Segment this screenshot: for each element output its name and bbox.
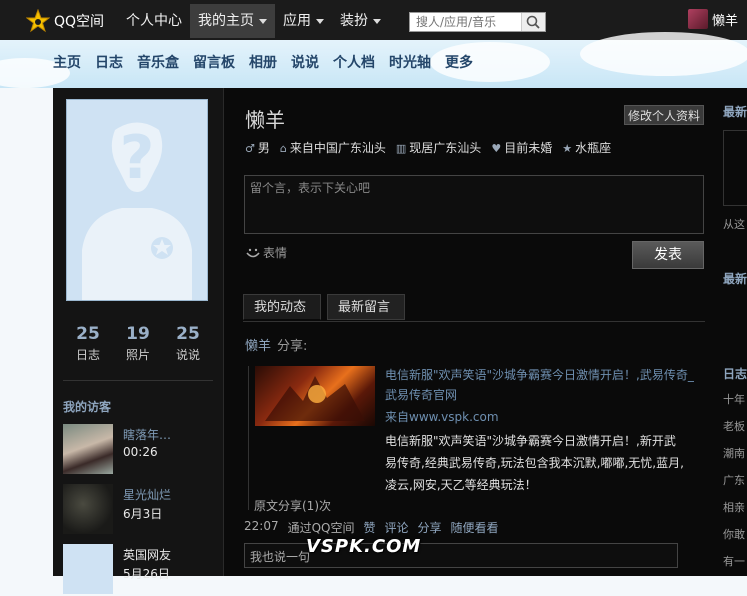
subnav-messageboard[interactable]: 留言板 [193,52,235,72]
top-nav: 个人中心 我的主页 应用 装扮 [118,4,389,38]
info-marital: ♥ 目前未婚 [491,141,553,155]
user-menu[interactable]: 懒羊 [688,9,738,29]
share-button[interactable]: 分享 [418,519,442,536]
home-icon: ⌂ [279,142,287,155]
profile-info: ♂ 男 ⌂ 来自中国广东汕头 ▥ 现居广东汕头 ♥ 目前未婚 ★ 水瓶座 [245,139,611,156]
gender-icon: ♂ [245,142,255,155]
right-column: 最新 从这 最新 日志 十年 老板 潮南 广东 相亲 你敢 有一 [720,88,747,576]
right-text[interactable]: 十年 [723,391,745,407]
subnav-music[interactable]: 音乐盒 [137,52,179,72]
feed-meta: 22:07 通过QQ空间 赞 评论 分享 随便看看 [244,519,499,536]
smiley-icon [246,248,260,257]
visitor-avatar [63,544,113,594]
visitor-avatar [63,484,113,534]
subnav-home[interactable]: 主页 [53,52,81,72]
stat-shuoshuo[interactable]: 25 说说 [176,324,200,363]
visitor-avatar [63,424,113,474]
feed-time: 22:07 [244,519,279,533]
nav-apps[interactable]: 应用 [275,4,332,38]
tab-latest-messages[interactable]: 最新留言 [327,294,405,320]
search-input[interactable] [410,13,534,31]
right-section-title: 日志 [723,367,747,381]
right-section-title: 最新 [723,105,747,119]
info-gender: ♂ 男 [245,141,270,155]
subnav-more[interactable]: 更多 [445,52,473,72]
subnav-blog[interactable]: 日志 [95,52,123,72]
message-input[interactable]: 留个言，表示下关心吧 [244,175,704,234]
search-icon [526,15,540,29]
right-text[interactable]: 有一 [723,553,745,569]
svg-text:?: ? [120,123,155,193]
nav-my-homepage[interactable]: 我的主页 [190,4,275,38]
profile-name: 懒羊 [245,108,285,132]
subnav-timeline[interactable]: 时光轴 [389,52,431,72]
subnav-shuoshuo[interactable]: 说说 [291,52,319,72]
left-column: ? 25 日志 19 照片 25 说说 我的访客 瞎落年… 00:26 星光灿烂 6月… [53,88,224,594]
feed-author[interactable]: 懒羊 [245,339,271,354]
profile-avatar[interactable]: ? [66,99,208,301]
right-text: 从这 [723,218,745,231]
cloud-decoration [580,32,747,76]
feed-action: 分享: [277,339,308,354]
search-box [409,12,546,32]
nav-personal-center[interactable]: 个人中心 [118,4,190,38]
right-section-title: 最新 [723,272,747,286]
shared-link-card: 电信新服"欢声笑语"沙城争霸赛今日激情开启！,武易传奇_武易传奇官网 来自www… [248,366,706,510]
comment-button[interactable]: 评论 [385,519,409,536]
right-text[interactable]: 老板 [723,418,745,434]
sub-nav: 主页 日志 音乐盒 留言板 相册 说说 个人档 时光轴 更多 [53,52,473,72]
visitor-item[interactable]: 瞎落年… 00:26 [63,424,213,476]
right-widget-frame [723,130,747,206]
link-thumbnail[interactable] [255,366,375,426]
info-hometown: ⌂ 来自中国广东汕头 [279,141,386,155]
site-watermark: VSPK.COM [306,536,422,557]
like-button[interactable]: 赞 [364,519,376,536]
feed-tabs: 我的动态 最新留言 [243,294,705,322]
main-content: ? 25 日志 19 照片 25 说说 我的访客 瞎落年… 00:26 星光灿烂 6月… [53,88,747,594]
chevron-down-icon [259,18,267,24]
chevron-down-icon [373,18,381,24]
search-button[interactable] [521,13,545,31]
feed-header: 懒羊 分享: [245,335,307,354]
profile-stats: 25 日志 19 照片 25 说说 [63,324,213,363]
emoji-button[interactable]: 表情 [245,244,287,261]
subnav-album[interactable]: 相册 [249,52,277,72]
user-avatar [688,9,708,29]
info-residence: ▥ 现居广东汕头 [395,141,482,155]
qzone-logo[interactable]: QQ空间 [26,9,104,33]
link-description: 电信新服"欢声笑语"沙城争霸赛今日激情开启！,新开武易传奇,经典武易传奇,玩法包… [385,434,684,492]
game-artwork-icon [265,376,365,421]
visitor-item[interactable]: 星光灿烂 6月3日 [63,484,213,536]
city-icon: ▥ [395,142,407,155]
original-share-count[interactable]: 原文分享(1)次 [254,497,331,514]
tab-my-activity[interactable]: 我的动态 [243,294,321,320]
subnav-profile[interactable]: 个人档 [333,52,375,72]
link-source[interactable]: 来自www.vspk.com [385,408,499,425]
star-icon: ★ [562,142,573,155]
feed-via: 通过QQ空间 [287,521,355,535]
nav-decorate[interactable]: 装扮 [332,4,389,38]
send-button[interactable]: 发表 [632,241,704,269]
right-text[interactable]: 相亲 [723,499,745,515]
stat-photos[interactable]: 19 照片 [126,324,150,363]
right-text[interactable]: 你敢 [723,526,745,542]
browse-button[interactable]: 随便看看 [451,519,499,536]
info-zodiac: ★ 水瓶座 [562,141,612,155]
stat-blog[interactable]: 25 日志 [76,324,100,363]
link-title[interactable]: 电信新服"欢声笑语"沙城争霸赛今日激情开启！,武易传奇_武易传奇官网 [385,365,695,405]
chevron-down-icon [316,18,324,24]
logo-text: QQ空间 [54,14,105,30]
right-text[interactable]: 广东 [723,472,745,488]
default-avatar-icon: ? [82,122,192,300]
divider [63,380,213,381]
visitor-item[interactable]: 英国网友 5月26日 [63,544,213,596]
right-text[interactable]: 潮南 [723,445,745,461]
edit-profile-button[interactable]: 修改个人资料 [624,105,704,125]
center-column: 懒羊 修改个人资料 ♂ 男 ⌂ 来自中国广东汕头 ▥ 现居广东汕头 ♥ 目前未婚 ★ 水瓶… [243,88,705,576]
user-name: 懒羊 [712,13,739,29]
star-logo-icon [26,9,50,33]
heart-icon: ♥ [491,142,502,155]
visitors-title[interactable]: 我的访客 [63,398,111,415]
